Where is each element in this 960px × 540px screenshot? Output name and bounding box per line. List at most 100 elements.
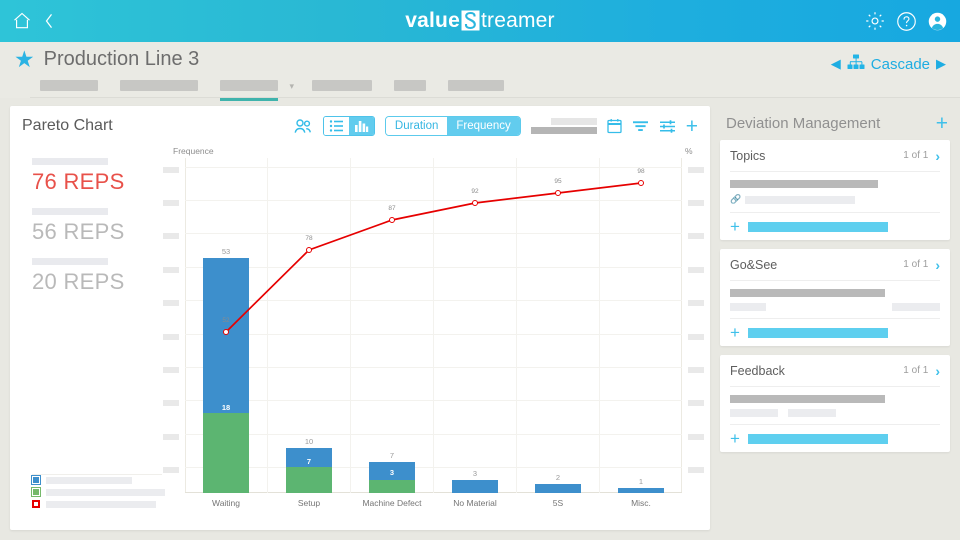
sliders-icon[interactable] xyxy=(659,119,676,134)
main-content: Pareto Chart Duration Frequency + Freque… xyxy=(0,98,960,540)
y-tick-label xyxy=(163,467,179,473)
y-axis-title: Frequence xyxy=(173,146,214,156)
star-icon[interactable]: ★ xyxy=(14,48,35,71)
card-header[interactable]: Feedback 1 of 1 › xyxy=(730,355,940,387)
y-tick-label xyxy=(163,434,179,440)
line-point[interactable] xyxy=(223,329,229,335)
line-point[interactable] xyxy=(555,190,561,196)
user-circle-icon[interactable] xyxy=(927,11,948,32)
deviation-card-topics: Topics 1 of 1 › 🔗 + xyxy=(720,140,950,240)
bar-segment-label: 7 xyxy=(306,457,312,466)
line-point[interactable] xyxy=(638,180,644,186)
bar-setup[interactable]: 10 7 xyxy=(286,437,332,493)
y-tick-label xyxy=(163,200,179,206)
legend-swatch-red xyxy=(32,500,40,508)
view-mode-switch xyxy=(322,116,375,136)
chevron-right-icon[interactable]: › xyxy=(935,363,940,379)
bar-misc[interactable]: 1 xyxy=(618,477,664,493)
bar-segment-closed xyxy=(203,413,249,493)
card-body: 🔗 xyxy=(730,172,940,212)
legend-item-open xyxy=(31,475,182,485)
bar-no-material[interactable]: 3 xyxy=(452,469,498,493)
line-point-label: 98 xyxy=(637,168,645,175)
bar-machine-defect[interactable]: 7 3 xyxy=(369,451,415,493)
card-header[interactable]: Topics 1 of 1 › xyxy=(730,140,940,172)
line-point-label: 52 xyxy=(222,317,230,324)
card-count: 1 of 1 xyxy=(903,365,929,376)
progress-bar[interactable] xyxy=(747,327,888,338)
pareto-chart-card: Pareto Chart Duration Frequency + Freque… xyxy=(10,106,710,530)
card-header[interactable]: Go&See 1 of 1 › xyxy=(730,249,940,281)
redacted-row: 🔗 xyxy=(730,194,940,205)
help-circle-icon[interactable] xyxy=(896,11,917,32)
plus-icon[interactable]: + xyxy=(936,113,948,134)
brand-s-mark xyxy=(461,10,480,31)
toggle-frequency[interactable]: Frequency xyxy=(447,117,520,135)
bar-segment-closed xyxy=(286,467,332,493)
arrow-left-icon[interactable]: ◀ xyxy=(831,56,841,72)
redacted-row xyxy=(730,395,885,403)
x-axis-label: Misc. xyxy=(631,498,651,508)
legend-item-cumulative xyxy=(32,500,182,508)
nav-tab-4[interactable] xyxy=(312,80,372,97)
deviation-panel-header: Deviation Management + xyxy=(720,106,950,140)
cascade-label: Cascade xyxy=(870,55,930,73)
nav-tab-5[interactable] xyxy=(394,80,426,97)
x-axis-label: Setup xyxy=(297,498,321,508)
chevron-down-icon[interactable]: ▾ xyxy=(289,81,294,92)
plus-icon[interactable]: + xyxy=(730,218,740,235)
page-titlebar: ★ Production Line 3 ◀ Cascade ▶ ▾ xyxy=(0,42,960,101)
y-tick-label xyxy=(163,267,179,273)
y2-tick-label xyxy=(688,267,704,273)
deviation-management-panel: Deviation Management + Topics 1 of 1 › 🔗… xyxy=(720,106,950,540)
home-icon[interactable] xyxy=(12,11,32,31)
y2-tick-label xyxy=(688,167,704,173)
bar-chart-view-icon[interactable] xyxy=(348,117,374,135)
line-point[interactable] xyxy=(306,247,312,253)
arrow-right-icon[interactable]: ▶ xyxy=(936,56,946,72)
toggle-duration[interactable]: Duration xyxy=(385,117,448,135)
chevron-right-icon[interactable]: › xyxy=(935,148,940,164)
line-point[interactable] xyxy=(472,200,478,206)
nav-tabs: ▾ xyxy=(0,71,960,101)
gear-icon[interactable] xyxy=(864,10,886,32)
line-point[interactable] xyxy=(389,217,395,223)
nav-tab-6[interactable] xyxy=(448,80,504,97)
chevron-left-icon[interactable] xyxy=(42,11,56,31)
bar-segment-open xyxy=(618,488,664,493)
chevron-right-icon[interactable]: › xyxy=(935,257,940,273)
nav-tab-3[interactable]: ▾ xyxy=(220,80,294,101)
nav-tab-1[interactable] xyxy=(40,80,98,97)
card-footer: + xyxy=(730,212,940,240)
bar-segment-open xyxy=(452,480,498,493)
plus-icon[interactable]: + xyxy=(686,116,698,137)
app-logo: value treamer xyxy=(0,0,960,42)
y-tick-label xyxy=(163,233,179,239)
plus-icon[interactable]: + xyxy=(730,430,740,447)
list-view-icon[interactable] xyxy=(323,117,349,135)
chart-title: Pareto Chart xyxy=(22,117,113,134)
y-tick-label xyxy=(163,400,179,406)
y2-tick-label xyxy=(688,233,704,239)
nav-tab-2[interactable] xyxy=(120,80,198,97)
legend-redacted-label xyxy=(46,500,156,508)
bar-5s[interactable]: 2 xyxy=(535,473,581,493)
date-range-value[interactable] xyxy=(530,118,597,134)
filter-icon[interactable] xyxy=(632,119,649,133)
line-point-label: 87 xyxy=(388,205,396,212)
bar-waiting[interactable]: 53 18 xyxy=(203,247,249,493)
card-title: Feedback xyxy=(730,363,785,378)
bar-segment-open xyxy=(203,258,249,413)
bar-total-label: 53 xyxy=(221,247,231,256)
redacted-row xyxy=(730,303,940,311)
bar-segment-label: 18 xyxy=(221,403,231,412)
calendar-icon[interactable] xyxy=(607,118,622,134)
people-icon[interactable] xyxy=(293,118,313,135)
progress-bar[interactable] xyxy=(747,221,888,232)
plus-icon[interactable]: + xyxy=(730,324,740,341)
card-title: Go&See xyxy=(730,257,778,272)
card-footer: + xyxy=(730,424,940,452)
progress-bar[interactable] xyxy=(747,433,888,444)
legend-redacted-label xyxy=(46,476,132,484)
line-point-label: 78 xyxy=(305,235,313,242)
